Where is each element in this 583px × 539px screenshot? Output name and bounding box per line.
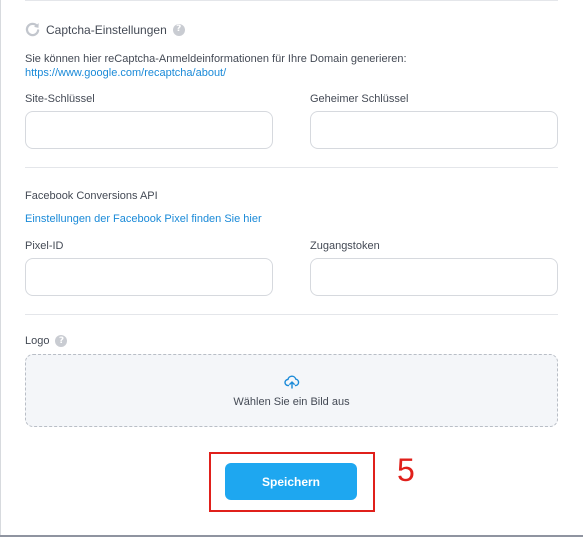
pixel-id-label: Pixel-ID	[25, 240, 64, 252]
secret-key-label: Geheimer Schlüssel	[310, 93, 409, 105]
site-key-input[interactable]	[25, 111, 273, 149]
recaptcha-link[interactable]: https://www.google.com/recaptcha/about/	[25, 67, 226, 79]
logo-section-title: Logo ?	[25, 335, 68, 347]
captcha-title-text: Captcha-Einstellungen	[46, 22, 167, 37]
upload-text: Wählen Sie ein Bild aus	[233, 395, 350, 408]
help-icon[interactable]: ?	[172, 23, 185, 36]
facebook-section-title: Facebook Conversions API	[25, 190, 158, 202]
help-icon[interactable]: ?	[55, 335, 68, 347]
logo-upload-dropzone[interactable]: Wählen Sie ein Bild aus	[25, 354, 558, 427]
facebook-pixel-link[interactable]: Einstellungen der Facebook Pixel finden …	[25, 213, 262, 225]
site-key-label: Site-Schlüssel	[25, 93, 95, 105]
panel-left-border	[0, 0, 1, 536]
access-token-input[interactable]	[310, 258, 558, 296]
access-token-label: Zugangstoken	[310, 240, 380, 252]
section-divider	[25, 167, 558, 168]
refresh-icon	[25, 22, 40, 37]
top-divider	[25, 0, 558, 1]
captcha-description: Sie können hier reCaptcha-Anmeldeinforma…	[25, 53, 407, 65]
secret-key-input[interactable]	[310, 111, 558, 149]
logo-label: Logo	[25, 335, 50, 347]
bottom-divider	[0, 535, 583, 537]
captcha-section-title: Captcha-Einstellungen ?	[25, 22, 185, 37]
step-annotation-number: 5	[397, 452, 415, 488]
cloud-upload-icon	[283, 375, 299, 389]
save-button[interactable]: Speichern	[225, 463, 357, 500]
pixel-id-input[interactable]	[25, 258, 273, 296]
section-divider	[25, 314, 558, 315]
